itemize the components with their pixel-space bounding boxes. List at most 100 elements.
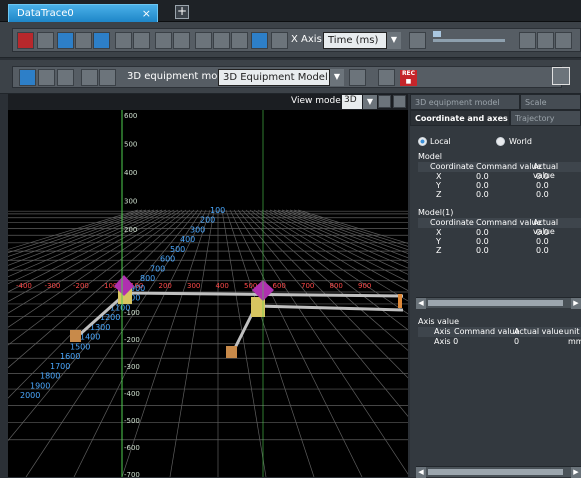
y-axis-label: 700 — [150, 264, 165, 273]
x-axis-label: 800 — [330, 282, 343, 290]
cmd-cell: 0.0 — [476, 228, 489, 237]
x-axis-select[interactable]: Time (ms) — [323, 32, 387, 49]
grid-icon[interactable] — [57, 32, 74, 49]
vertical-axis-label: -400 — [124, 390, 140, 398]
vertical-axis-label: 500 — [124, 141, 137, 149]
x-axis-label: 700 — [301, 282, 314, 290]
fit-icon[interactable] — [133, 32, 150, 49]
time-slider[interactable] — [433, 39, 505, 42]
step-icon[interactable] — [555, 32, 572, 49]
model-hscroll[interactable]: ◀ ▶ — [416, 297, 581, 309]
world-radio[interactable] — [496, 137, 505, 146]
y-axis-label: 1400 — [80, 333, 100, 342]
trace-toolbar-inner: X Axis Time (ms) ▼ — [12, 28, 581, 52]
y-axis-label: 1600 — [60, 352, 80, 361]
chevron-down-icon[interactable]: ▼ — [363, 95, 377, 109]
local-radio[interactable] — [418, 137, 427, 146]
coord-cell: Z — [436, 246, 442, 255]
export-icon[interactable] — [271, 32, 288, 49]
edit-model-icon[interactable] — [349, 69, 366, 86]
header-coordinate: Coordinate — [430, 162, 474, 171]
table-row[interactable]: Z 0.0 0.0 — [418, 246, 581, 255]
trace-toolbar: X Axis Time (ms) ▼ — [0, 22, 581, 58]
vertical-axis-label: 300 — [124, 198, 137, 206]
y-axis-label: 200 — [200, 216, 215, 225]
view-mode-select[interactable]: 3D — [342, 95, 362, 109]
act-cell: 0.0 — [536, 228, 549, 237]
coord-cell: X — [436, 172, 442, 181]
act-cell: 0.0 — [536, 190, 549, 199]
skip-back-icon[interactable] — [519, 32, 536, 49]
table-row[interactable]: X 0.0 0.0 — [418, 228, 581, 237]
pan-icon[interactable] — [38, 69, 55, 86]
scroll-right-icon[interactable]: ▶ — [571, 298, 581, 309]
document-tab-bar: DataTrace0 × + — [0, 0, 581, 22]
equipment-model-label: 3D equipment model — [127, 71, 233, 82]
tools-icon[interactable] — [155, 32, 172, 49]
time-slider-thumb[interactable] — [433, 31, 441, 37]
tab-scale[interactable]: Scale — [520, 94, 581, 110]
cmd-cell: 0.0 — [476, 181, 489, 190]
y-axis-label: 1900 — [30, 381, 50, 390]
close-icon[interactable]: × — [142, 7, 151, 20]
axis-cell: Axis 0 — [434, 337, 459, 346]
end-block-left — [70, 330, 81, 342]
clear-icon[interactable] — [37, 32, 54, 49]
cmd-cell: 0.0 — [476, 172, 489, 181]
chevron-down-icon[interactable]: ▼ — [387, 32, 401, 49]
y-axis-label: 1500 — [70, 342, 90, 351]
chevron-down-icon[interactable]: ▼ — [330, 69, 344, 86]
table-header: Axis Command value Actual value unit — [418, 327, 581, 337]
tab-datatrace0[interactable]: DataTrace0 × — [8, 4, 158, 22]
chart-xy-icon[interactable] — [213, 32, 230, 49]
y-axis-label: 2000 — [20, 391, 40, 400]
play-icon[interactable] — [409, 32, 426, 49]
add-tab-button[interactable]: + — [175, 5, 189, 19]
y-axis-label: 1800 — [40, 372, 60, 381]
cmd-cell: 0.0 — [476, 190, 489, 199]
layout-split-icon[interactable] — [99, 69, 116, 86]
table-row[interactable]: Axis 0 0 mm — [418, 337, 581, 346]
axis-hscroll[interactable]: ◀ ▶ — [416, 466, 581, 478]
layout-icon[interactable] — [81, 69, 98, 86]
stop-record-icon[interactable] — [378, 69, 395, 86]
y-axis-label: 300 — [190, 225, 205, 234]
equipment-model-select[interactable]: 3D Equipment Model — [218, 69, 330, 86]
table-row[interactable]: Y 0.0 0.0 — [418, 181, 581, 190]
record-button[interactable]: REC ■ — [400, 70, 417, 86]
3d-view[interactable]: -400 -300 -200 -100 100 200 300 400 500 600 700 800… — [8, 110, 408, 477]
cursor-icon[interactable] — [75, 32, 92, 49]
tab-3d-equipment-model[interactable]: 3D equipment model — [410, 94, 520, 110]
3d-scene[interactable]: -400 -300 -200 -100 100 200 300 400 500 600 700 800… — [8, 110, 408, 477]
scroll-left-icon[interactable]: ◀ — [416, 298, 426, 309]
table-icon[interactable] — [173, 32, 190, 49]
scroll-right-icon[interactable]: ▶ — [571, 467, 581, 478]
select-icon[interactable] — [19, 69, 36, 86]
stop-icon[interactable] — [17, 32, 34, 49]
end-stop — [398, 294, 402, 308]
tab-coordinate-and-axes[interactable]: Coordinate and axes — [410, 110, 510, 126]
measure-icon[interactable] — [93, 32, 110, 49]
camera-icon[interactable] — [378, 95, 391, 108]
cmd-cell: 0 — [514, 337, 520, 346]
chart-icon[interactable] — [195, 32, 212, 49]
chart-image-icon[interactable] — [231, 32, 248, 49]
table-row[interactable]: Y 0.0 0.0 — [418, 237, 581, 246]
list-icon[interactable] — [251, 32, 268, 49]
tab-trajectory[interactable]: Trajectory — [510, 110, 581, 126]
table-row[interactable]: X 0.0 0.0 — [418, 172, 581, 181]
panel-toggle-icon[interactable] — [552, 67, 570, 85]
model-title: Model — [418, 152, 443, 161]
floor-grid — [8, 209, 408, 477]
cmd-cell: 0.0 — [476, 246, 489, 255]
view-settings-icon[interactable] — [393, 95, 406, 108]
scroll-left-icon[interactable]: ◀ — [416, 467, 426, 478]
table-header: Coordinate Command value Actual value — [418, 218, 581, 236]
pause-icon[interactable] — [537, 32, 554, 49]
zoom-icon[interactable] — [57, 69, 74, 86]
y-axis-label: 1700 — [50, 362, 70, 371]
zoom-icon[interactable] — [115, 32, 132, 49]
scroll-thumb[interactable] — [428, 469, 563, 475]
table-row[interactable]: Z 0.0 0.0 — [418, 190, 581, 199]
scroll-thumb[interactable] — [428, 300, 563, 306]
